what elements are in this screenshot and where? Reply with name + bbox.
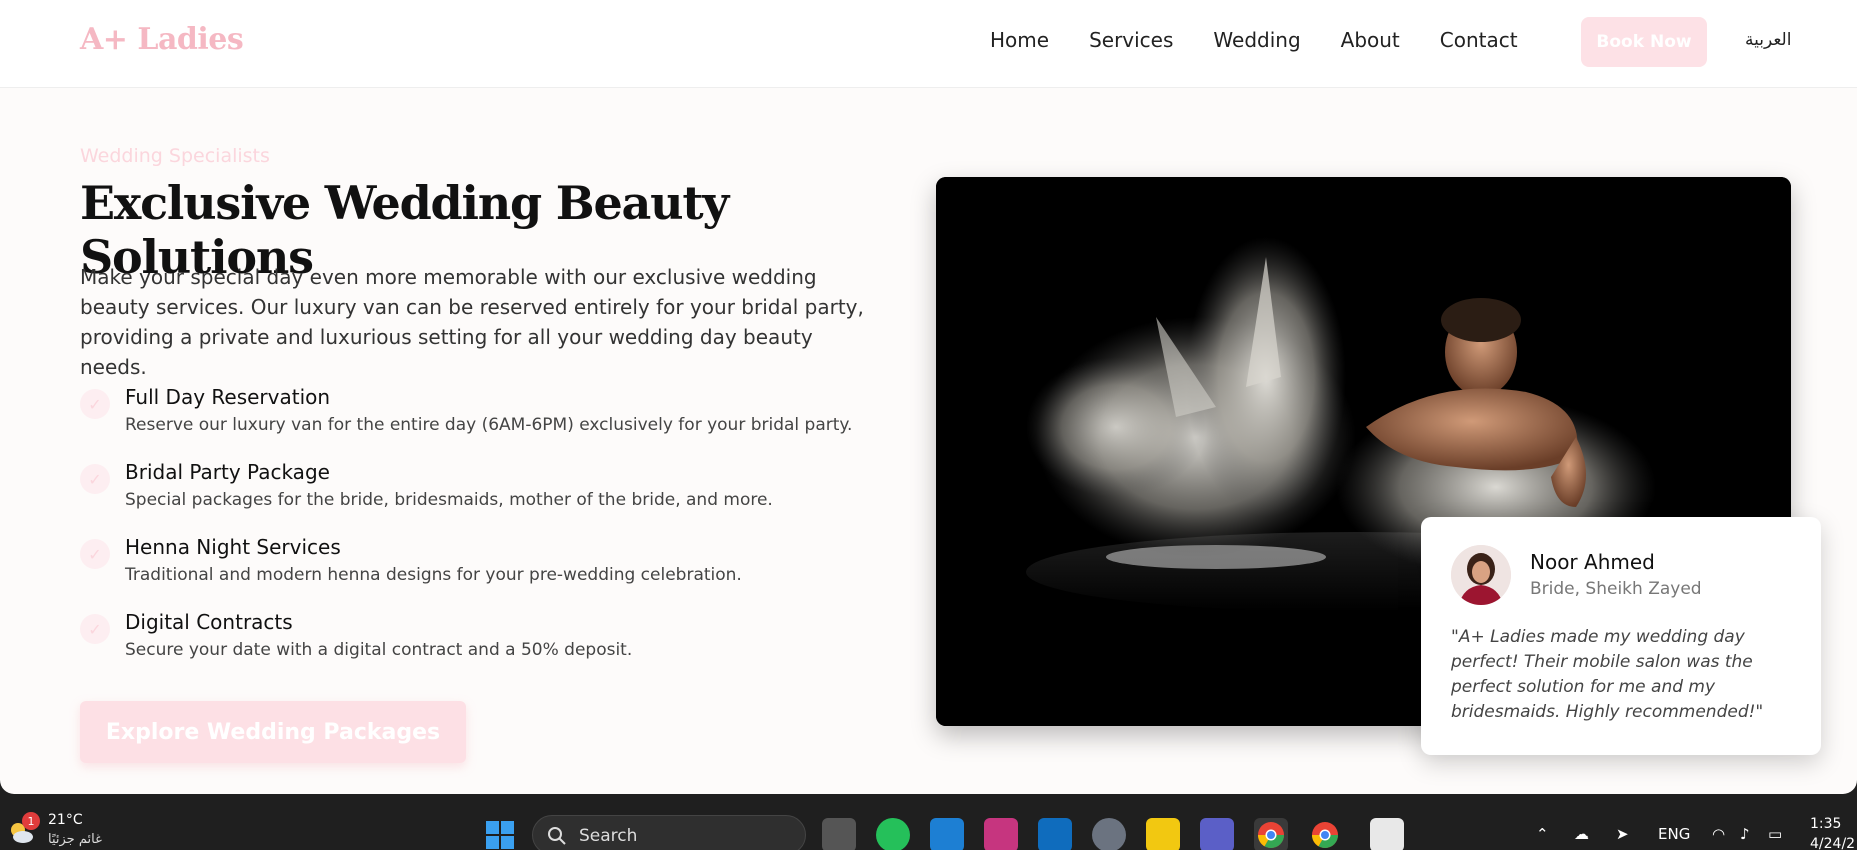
nav-link-about[interactable]: About <box>1341 28 1400 52</box>
nav-link-wedding[interactable]: Wedding <box>1213 28 1300 52</box>
feature-title: Full Day Reservation <box>125 385 331 409</box>
battery-icon[interactable]: ▭ <box>1768 825 1782 843</box>
snipping-tool-icon[interactable] <box>1370 818 1404 850</box>
location-icon[interactable]: ➤ <box>1616 825 1629 843</box>
search-label: Search <box>579 826 638 846</box>
book-now-button[interactable]: Book Now <box>1581 17 1707 67</box>
onedrive-icon[interactable]: ☁ <box>1574 825 1589 843</box>
intro-text: Make your special day even more memorabl… <box>80 265 864 379</box>
testimonial-card: Noor Ahmed Bride, Sheikh Zayed "A+ Ladie… <box>1421 517 1821 755</box>
check-icon: ✓ <box>80 539 110 569</box>
nav-link-contact[interactable]: Contact <box>1440 28 1518 52</box>
windows-start-icon[interactable] <box>485 820 515 850</box>
teams-icon[interactable] <box>1200 818 1234 850</box>
avatar-image <box>1451 545 1511 605</box>
check-icon: ✓ <box>80 389 110 419</box>
chrome-icon[interactable] <box>1254 818 1288 850</box>
page: A+ Ladies Home Services Wedding About Co… <box>0 0 1857 794</box>
section-kicker: Wedding Specialists <box>80 145 270 167</box>
clock-time: 1:35 <box>1810 816 1842 832</box>
feature-title: Henna Night Services <box>125 535 341 559</box>
nav-link-home[interactable]: Home <box>990 28 1049 52</box>
sticky-notes-icon[interactable] <box>1146 818 1180 850</box>
chrome-logo-icon <box>1257 822 1285 849</box>
weather-condition: غائم جزئيًا <box>48 832 102 847</box>
taskbar-search[interactable]: Search <box>532 815 806 850</box>
search-icon <box>548 827 566 845</box>
feature-title: Digital Contracts <box>125 610 293 634</box>
chrome-profile-icon[interactable] <box>1308 818 1342 850</box>
explore-packages-button[interactable]: Explore Wedding Packages <box>80 701 466 763</box>
logo[interactable]: A+ Ladies <box>80 22 244 57</box>
feature-title: Bridal Party Package <box>125 460 330 484</box>
language-switch[interactable]: العربية <box>1745 30 1791 50</box>
clock[interactable]: 1:35 4/24/2 <box>1810 814 1855 850</box>
testimonial-role: Bride, Sheikh Zayed <box>1530 579 1702 599</box>
check-icon: ✓ <box>80 614 110 644</box>
wifi-icon[interactable]: ◠ <box>1712 825 1725 843</box>
input-language[interactable]: ENG <box>1658 825 1690 843</box>
settings-gear-icon[interactable] <box>1092 818 1126 850</box>
testimonial-name: Noor Ahmed <box>1530 550 1655 574</box>
weather-widget[interactable]: 1 21°C غائم جزئيًا <box>6 812 106 850</box>
nav-links: Home Services Wedding About Contact <box>990 28 1518 52</box>
weather-temp: 21°C <box>48 812 83 828</box>
testimonial-quote: "A+ Ladies made my wedding day perfect! … <box>1451 627 1764 722</box>
avatar <box>1451 545 1511 605</box>
clock-date: 4/24/2 <box>1810 836 1856 850</box>
task-view-icon[interactable] <box>822 818 856 850</box>
chevron-up-icon[interactable]: ⌃ <box>1536 825 1549 843</box>
nav-link-services[interactable]: Services <box>1089 28 1173 52</box>
feature-desc: Reserve our luxury van for the entire da… <box>125 415 853 435</box>
feature-desc: Secure your date with a digital contract… <box>125 640 633 660</box>
chrome-logo-icon <box>1311 822 1339 849</box>
whatsapp-icon[interactable] <box>876 818 910 850</box>
notification-badge: 1 <box>22 812 40 830</box>
outlook-icon[interactable] <box>1038 818 1072 850</box>
instagram-icon[interactable] <box>984 818 1018 850</box>
feature-desc: Traditional and modern henna designs for… <box>125 565 742 585</box>
feature-desc: Special packages for the bride, bridesma… <box>125 490 773 510</box>
vscode-icon[interactable] <box>930 818 964 850</box>
check-icon: ✓ <box>80 464 110 494</box>
volume-icon[interactable]: ♪ <box>1740 825 1750 843</box>
navbar: A+ Ladies Home Services Wedding About Co… <box>0 0 1857 88</box>
